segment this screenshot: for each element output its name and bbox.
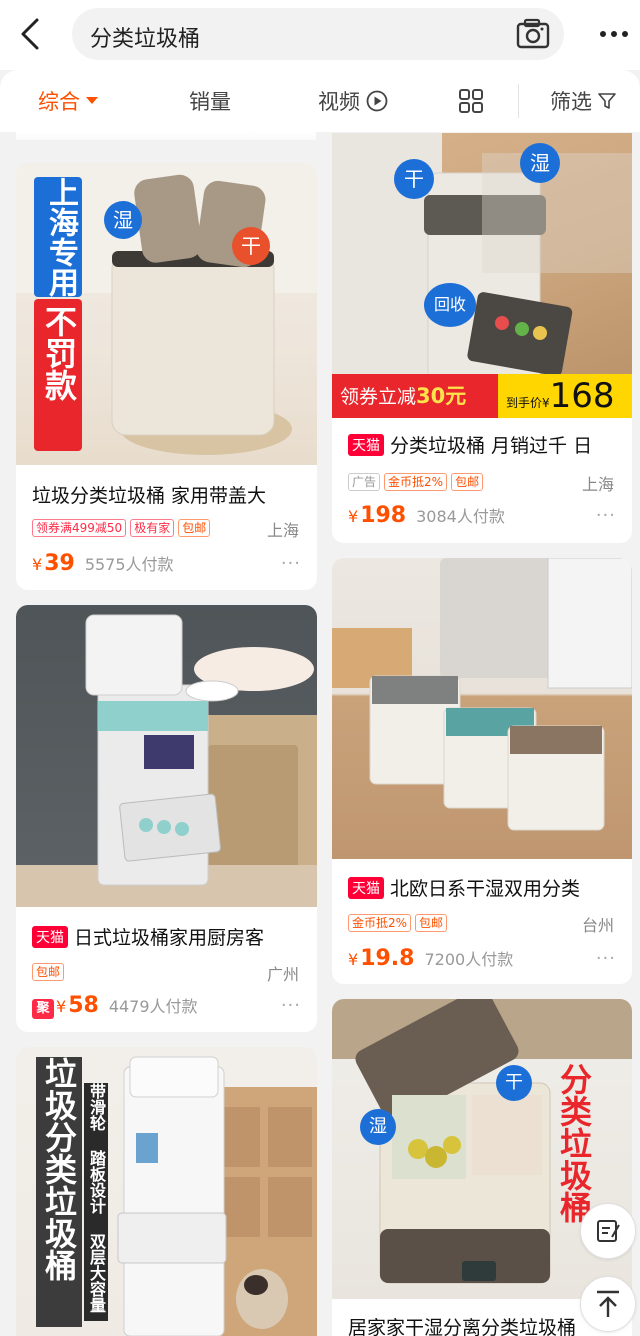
label-wet: 湿 [360,1109,396,1145]
product-image: 垃圾分类垃圾桶 带滑轮 踏板设计 双层大容量 [16,1047,317,1336]
back-to-top-button[interactable] [580,1276,636,1332]
grid-view-toggle[interactable] [458,86,484,116]
product-card[interactable]: 垃圾分类垃圾桶 带滑轮 踏板设计 双层大容量 [16,1047,317,1336]
coin-tag: 金币抵2% [384,473,448,491]
product-price: ¥198 [348,503,407,528]
tab-label: 筛选 [550,90,592,114]
sort-tabs: 综合 销量 视频 筛选 [0,70,640,132]
search-input[interactable]: 分类垃圾桶 [72,8,564,60]
product-location: 上海 [266,521,299,540]
tab-comprehensive[interactable]: 综合 [38,86,98,116]
product-card[interactable]: 天猫 北欧日系干湿双用分类 金币抵2% 包邮 台州 ¥19.8 7200人付款 ·… [332,558,632,984]
image-banner-top: 上海专用 [34,177,82,297]
price-row: ¥19.8 7200人付款 [348,946,513,971]
camera-icon [516,18,550,49]
price-row: ¥198 3084人付款 [348,503,505,528]
sold-count: 4479人付款 [108,997,198,1016]
more-icon[interactable]: ··· [281,995,301,1016]
filter-icon [598,93,616,109]
shipping-tag: 包邮 [451,473,484,491]
more-icon[interactable]: ··· [281,553,301,574]
product-card[interactable]: 天猫 日式垃圾桶家用厨房客 包邮 广州 聚 ¥58 4479人付款 ··· [16,605,317,1032]
image-banner: 垃圾分类垃圾桶 [36,1057,82,1327]
tab-label: 综合 [38,90,80,114]
dot-icon [611,31,617,37]
sold-count: 3084人付款 [416,507,505,526]
image-features: 带滑轮 踏板设计 双层大容量 [84,1083,108,1321]
product-image [16,605,317,907]
price-row: 聚 ¥58 4479人付款 [32,993,198,1019]
product-tags: 金币抵2% 包邮 [348,914,448,932]
product-location: 台州 [581,916,614,935]
more-options-button[interactable] [596,20,632,48]
product-tags: 包邮 [32,963,65,981]
product-card[interactable]: 干 湿 回收 领券立减30元 到手价¥168 天猫 分类垃圾桶 月销过千 日 广告… [332,133,632,543]
tab-sales[interactable]: 销量 [189,86,231,116]
coupon-banner: 领券立减30元 [332,374,498,418]
tmall-badge: 天猫 [348,877,384,899]
more-icon[interactable]: ··· [596,505,616,526]
brand-tag: 极有家 [130,519,175,537]
top-bar: 分类垃圾桶 [0,0,640,70]
sold-count: 7200人付款 [424,950,514,969]
camera-search-button[interactable] [516,18,550,50]
tab-label: 销量 [189,90,231,114]
product-title: 天猫 分类垃圾桶 月销过千 日 [348,431,624,458]
label-dry: 干 [394,159,434,199]
product-card[interactable]: 上海专用 不罚款 湿 干 垃圾分类垃圾桶 家用带盖大 领券满499减50 极有家… [16,163,317,590]
search-query: 分类垃圾桶 [90,27,201,52]
coin-tag: 金币抵2% [348,914,412,932]
previous-row-peek [16,132,316,140]
product-title: 天猫 北欧日系干湿双用分类 [348,874,624,901]
shipping-tag: 包邮 [32,963,65,981]
shipping-tag: 包邮 [178,519,211,537]
label-recycle: 回收 [424,283,476,327]
product-price: ¥39 [32,551,75,576]
product-image: 干 湿 回收 领券立减30元 到手价¥168 [332,133,632,418]
trash-bin-illustration [332,558,632,831]
caret-down-icon [86,97,98,104]
product-price: 聚 ¥58 [32,993,99,1019]
product-image [332,558,632,859]
price-row: ¥39 5575人付款 [32,551,174,576]
label-wet: 湿 [104,201,142,239]
divider [518,84,519,118]
product-title: 垃圾分类垃圾桶 家用带盖大 [32,485,267,507]
tab-filter[interactable]: 筛选 [550,86,616,116]
more-icon[interactable]: ··· [596,948,616,969]
product-location: 广州 [266,965,299,984]
ju-badge: 聚 [32,999,54,1019]
product-tags: 广告 金币抵2% 包邮 [348,473,484,491]
product-price: ¥19.8 [348,946,415,971]
product-image: 上海专用 不罚款 湿 干 [16,163,317,465]
feedback-button[interactable] [580,1203,636,1259]
product-image: 湿 干 分类垃圾桶 [332,999,632,1299]
play-circle-icon [366,90,388,112]
image-banner-bottom: 不罚款 [34,299,82,451]
shipping-tag: 包邮 [415,914,448,932]
back-button[interactable] [10,14,50,54]
product-title: 天猫 日式垃圾桶家用厨房客 [32,923,309,950]
edit-note-icon [597,1220,620,1242]
product-location: 上海 [581,475,614,494]
label-dry: 干 [232,227,270,265]
tab-video[interactable]: 视频 [318,86,388,116]
product-tags: 领券满499减50 极有家 包邮 [32,519,211,537]
label-dry: 干 [496,1065,532,1101]
grid-view-icon [459,89,483,113]
arrow-up-icon [597,1290,619,1317]
trash-bin-illustration [16,614,317,907]
dot-icon [622,31,628,37]
dot-icon [600,31,606,37]
hand-price-banner: 到手价¥168 [498,374,632,418]
tab-label: 视频 [318,90,360,114]
tmall-badge: 天猫 [348,434,384,456]
chevron-left-icon [21,18,39,50]
coupon-tag: 领券满499减50 [32,519,127,537]
sold-count: 5575人付款 [84,555,174,574]
ad-tag: 广告 [348,473,381,491]
label-wet: 湿 [520,143,560,183]
tmall-badge: 天猫 [32,926,68,948]
